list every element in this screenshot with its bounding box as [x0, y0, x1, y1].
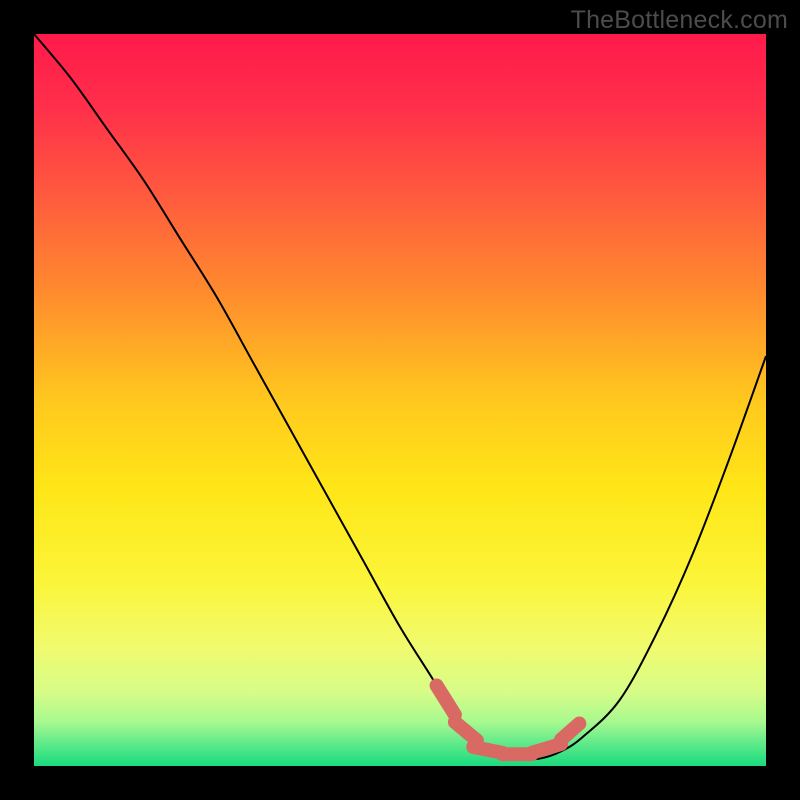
watermark-text: TheBottleneck.com — [571, 6, 788, 35]
chart-frame: TheBottleneck.com — [0, 0, 800, 800]
plot-area — [34, 34, 766, 766]
marker-segment — [532, 744, 561, 753]
gradient-background — [34, 34, 766, 766]
plot-svg — [34, 34, 766, 766]
